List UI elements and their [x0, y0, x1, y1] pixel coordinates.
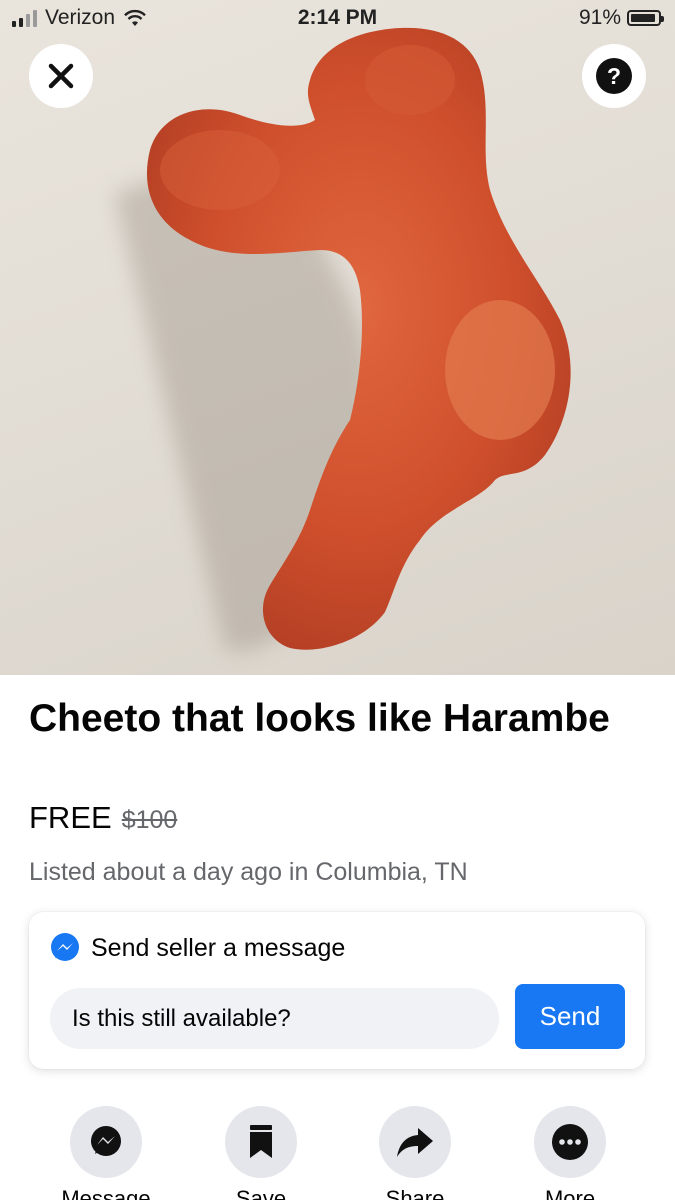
more-action[interactable]: More	[495, 1106, 645, 1200]
action-label: Message	[61, 1186, 151, 1200]
message-card: Send seller a message Is this still avai…	[29, 912, 645, 1069]
listing-photo[interactable]	[0, 0, 675, 675]
battery-percent: 91%	[578, 6, 621, 29]
close-button[interactable]	[29, 44, 93, 108]
battery-group: 91%	[578, 6, 664, 30]
status-time: 2:14 PM	[297, 6, 378, 29]
price-row: FREE $100	[29, 800, 177, 836]
cheeto-image	[115, 27, 571, 652]
action-label: Share	[385, 1186, 445, 1200]
action-label: Save	[235, 1186, 287, 1200]
listing-meta: Listed about a day ago in Columbia, TN	[29, 858, 468, 886]
share-action[interactable]: Share	[340, 1106, 490, 1200]
message-action[interactable]: Message	[31, 1106, 181, 1200]
message-header-label: Send seller a message	[91, 933, 346, 962]
help-button[interactable]: ?	[582, 44, 646, 108]
save-action[interactable]: Save	[186, 1106, 336, 1200]
more-icon	[534, 1106, 606, 1178]
status-bar: Verizon 2:14 PM 91%	[0, 0, 675, 36]
svg-text:?: ?	[607, 63, 621, 89]
close-icon	[48, 63, 74, 89]
action-label: More	[544, 1186, 596, 1200]
share-icon	[379, 1106, 451, 1178]
action-row: Message Save Share More	[0, 1106, 675, 1200]
battery-icon	[627, 10, 664, 26]
listing-title: Cheeto that looks like Harambe	[29, 697, 610, 740]
message-input[interactable]: Is this still available?	[50, 988, 499, 1049]
messenger-icon	[70, 1106, 142, 1178]
message-header: Send seller a message	[49, 932, 345, 964]
messenger-icon	[51, 933, 79, 961]
listing-price: FREE	[29, 800, 112, 835]
send-button[interactable]: Send	[515, 984, 625, 1049]
original-price: $100	[121, 806, 178, 834]
help-icon: ?	[596, 58, 632, 94]
bookmark-icon	[225, 1106, 297, 1178]
